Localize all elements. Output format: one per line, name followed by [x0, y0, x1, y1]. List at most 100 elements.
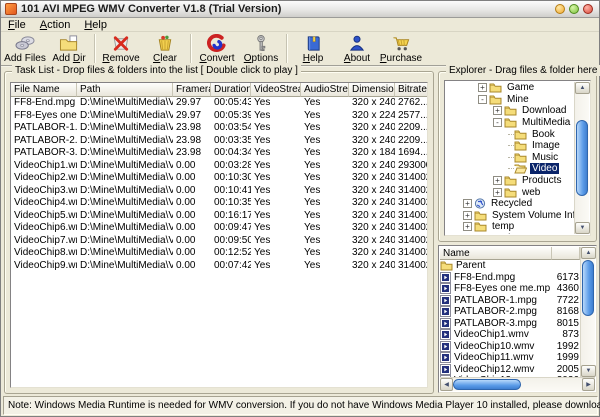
scroll-up-icon[interactable]: ▲	[575, 82, 590, 94]
task-row[interactable]: PATLABOR-3.mpgD:\Mine\MultiMedia\Video23…	[11, 147, 427, 160]
file-scroll-thumb[interactable]	[582, 260, 594, 316]
task-row[interactable]: VideoChip3.wmvD:\Mine\MultiMedia\Video0.…	[11, 185, 427, 198]
recycle-icon	[474, 198, 486, 209]
menu-action[interactable]: Action	[33, 19, 78, 31]
expand-icon[interactable]: +	[493, 106, 502, 115]
scroll-down-icon[interactable]: ▼	[581, 365, 596, 377]
explorer-tree[interactable]: +Game-Mine+Download- MultiMediaBookImageM…	[444, 80, 591, 236]
file-horizontal-scrollbar[interactable]: ◀ ▶	[440, 377, 595, 391]
about-button[interactable]: About	[335, 32, 379, 65]
task-row[interactable]: VideoChip2.wmvD:\Mine\MultiMedia\Video0.…	[11, 172, 427, 185]
expand-icon[interactable]: +	[463, 222, 472, 231]
expand-icon[interactable]: +	[493, 176, 502, 185]
tree-item-music[interactable]: Music	[446, 152, 574, 164]
collapse-icon[interactable]: -	[478, 95, 487, 104]
file-vertical-scrollbar[interactable]: ▲ ▼	[580, 247, 595, 377]
file-item-parent[interactable]: Parent	[440, 260, 580, 272]
tree-item-label: MultiMedia	[520, 117, 572, 128]
task-list-view[interactable]: File Name Path Framerate Duration VideoS…	[10, 82, 428, 388]
column-header-file-name[interactable]: File Name	[11, 83, 77, 97]
file-size: 4360	[550, 283, 580, 294]
file-name: PATLABOR-1.mpg	[454, 295, 550, 306]
column-header-dimensions[interactable]: Dimensions	[349, 83, 395, 97]
tree-item-mine[interactable]: -Mine	[446, 94, 574, 106]
scroll-up-icon[interactable]: ▲	[581, 247, 596, 259]
tree-vertical-scrollbar[interactable]: ▲ ▼	[574, 82, 589, 234]
task-cell: PATLABOR-1.mpg	[11, 122, 77, 135]
purchase-button[interactable]: Purchase	[379, 32, 423, 65]
tree-item-image[interactable]: Image	[446, 140, 574, 152]
expand-icon[interactable]: +	[478, 83, 487, 92]
expand-icon[interactable]: +	[463, 211, 472, 220]
add-files-button[interactable]: Add Files	[3, 32, 47, 65]
tree-item-book[interactable]: Book	[446, 128, 574, 140]
remove-button[interactable]: Remove	[99, 32, 143, 65]
expand-icon[interactable]: +	[463, 199, 472, 208]
file-name: VideoChip10.wmv	[454, 341, 550, 352]
tree-item-download[interactable]: +Download	[446, 105, 574, 117]
column-header-framerate[interactable]: Framerate	[173, 83, 211, 97]
column-header-videostream[interactable]: VideoStream	[251, 83, 301, 97]
task-row[interactable]: VideoChip8.wmvD:\Mine\MultiMedia\Video0.…	[11, 247, 427, 260]
task-row[interactable]: FF8-Eyes one me...D:\Mine\MultiMedia\Vid…	[11, 110, 427, 123]
menu-file[interactable]: File	[1, 19, 33, 31]
options-button[interactable]: Options	[239, 32, 283, 65]
convert-button[interactable]: Convert	[195, 32, 239, 65]
file-size: 6173	[550, 272, 580, 283]
file-item-patlabor-1-mpg[interactable]: PATLABOR-1.mpg7722	[440, 295, 580, 307]
scroll-right-icon[interactable]: ▶	[582, 378, 595, 391]
file-item-videochip1-wmv[interactable]: VideoChip1.wmv873	[440, 329, 580, 341]
task-row[interactable]: VideoChip9.wmvD:\Mine\MultiMedia\Video0.…	[11, 260, 427, 273]
task-row[interactable]: VideoChip1.wmvD:\Mine\MultiMedia\Video0.…	[11, 160, 427, 173]
task-row[interactable]: VideoChip4.wmvD:\Mine\MultiMedia\Video0.…	[11, 197, 427, 210]
maximize-button[interactable]	[569, 4, 579, 14]
title-bar[interactable]: 101 AVI MPEG WMV Converter V1.8 (Trial V…	[1, 1, 599, 18]
file-item-videochip10-wmv[interactable]: VideoChip10.wmv1992	[440, 341, 580, 353]
add-dir-button[interactable]: Add Dir	[47, 32, 91, 65]
collapse-icon[interactable]: -	[493, 118, 502, 127]
task-row[interactable]: VideoChip6.wmvD:\Mine\MultiMedia\Video0.…	[11, 222, 427, 235]
minimize-button[interactable]	[555, 4, 565, 14]
task-cell: VideoChip7.wmv	[11, 235, 77, 248]
tree-item-video[interactable]: Video	[446, 163, 574, 175]
clear-button[interactable]: Clear	[143, 32, 187, 65]
file-item-patlabor-2-mpg[interactable]: PATLABOR-2.mpg8168	[440, 306, 580, 318]
column-header-bitrate[interactable]: Bitrate	[395, 83, 428, 97]
file-hscroll-thumb[interactable]	[453, 379, 521, 390]
file-item-patlabor-3-mpg[interactable]: PATLABOR-3.mpg8015	[440, 318, 580, 330]
file-item-videochip12-wmv[interactable]: VideoChip12.wmv2005	[440, 364, 580, 376]
menu-bar: File Action Help	[1, 18, 599, 32]
file-list-panel[interactable]: Name ParentFF8-End.mpg6173FF8-Eyes one m…	[438, 245, 597, 393]
menu-help[interactable]: Help	[77, 19, 114, 31]
column-header-path[interactable]: Path	[77, 83, 173, 97]
column-header-size[interactable]	[552, 247, 580, 260]
file-item-videochip11-wmv[interactable]: VideoChip11.wmv1999	[440, 352, 580, 364]
expand-icon[interactable]: +	[493, 188, 502, 197]
close-button[interactable]	[583, 4, 593, 14]
file-item-ff8-eyes-one-me-mpg[interactable]: FF8-Eyes one me.mpg4360	[440, 283, 580, 295]
help-button[interactable]: Help	[291, 32, 335, 65]
column-header-name[interactable]: Name	[440, 247, 552, 260]
column-header-audiostream[interactable]: AudioStream	[301, 83, 349, 97]
task-rows: FF8-End.mpgD:\Mine\MultiMedia\Video29.97…	[11, 97, 427, 272]
tree-item-recycled[interactable]: +Recycled	[446, 198, 574, 210]
tree-item-products[interactable]: +Products	[446, 175, 574, 187]
scroll-left-icon[interactable]: ◀	[440, 378, 453, 391]
tree-scroll-thumb[interactable]	[576, 120, 588, 196]
tree-item-system-volume-information[interactable]: +System Volume Information	[446, 210, 574, 222]
task-row[interactable]: PATLABOR-2.mpgD:\Mine\MultiMedia\Video23…	[11, 135, 427, 148]
task-row[interactable]: FF8-End.mpgD:\Mine\MultiMedia\Video29.97…	[11, 97, 427, 110]
column-header-duration[interactable]: Duration	[211, 83, 251, 97]
task-row[interactable]: VideoChip5.wmvD:\Mine\MultiMedia\Video0.…	[11, 210, 427, 223]
tree-item-tool[interactable]: +Tool	[446, 233, 574, 234]
file-item-ff8-end-mpg[interactable]: FF8-End.mpg6173	[440, 272, 580, 284]
scroll-down-icon[interactable]: ▼	[575, 222, 590, 234]
tree-item-game[interactable]: +Game	[446, 82, 574, 94]
tree-item-temp[interactable]: +temp	[446, 221, 574, 233]
tree-item-multimedia[interactable]: - MultiMedia	[446, 117, 574, 129]
media-icon	[440, 306, 451, 317]
tree-item-web[interactable]: +web	[446, 186, 574, 198]
task-row[interactable]: VideoChip7.wmvD:\Mine\MultiMedia\Video0.…	[11, 235, 427, 248]
task-cell: 23.98	[173, 122, 211, 135]
task-row[interactable]: PATLABOR-1.mpgD:\Mine\MultiMedia\Video23…	[11, 122, 427, 135]
